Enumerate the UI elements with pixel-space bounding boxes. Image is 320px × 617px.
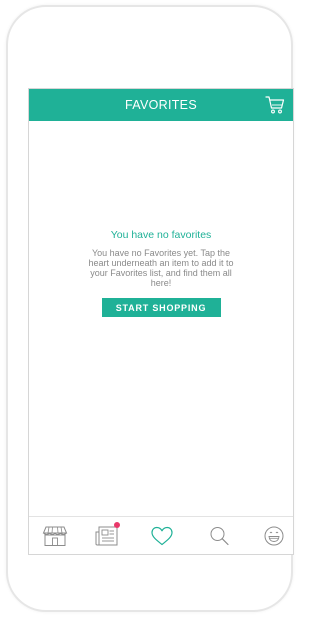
smiley-icon [264, 526, 284, 546]
newspaper-icon [95, 526, 118, 546]
store-icon [42, 526, 68, 546]
empty-state-message: You have no Favorites yet. Tap the heart… [88, 248, 234, 288]
empty-state-title: You have no favorites [110, 229, 212, 241]
device-frame: FAVORITES You have no favorites You have… [6, 5, 294, 612]
tab-profile[interactable] [261, 525, 287, 547]
page-title: FAVORITES [125, 98, 197, 112]
header-bar: FAVORITES [29, 89, 293, 121]
heart-icon [151, 526, 173, 546]
tab-favorites[interactable] [149, 525, 175, 547]
bottom-tab-bar [29, 516, 293, 554]
app-screen: FAVORITES You have no favorites You have… [28, 88, 294, 555]
notification-badge [114, 522, 120, 528]
cart-icon[interactable] [264, 94, 286, 116]
search-icon [210, 527, 229, 546]
tab-store[interactable] [42, 525, 68, 547]
tab-search[interactable] [207, 525, 233, 547]
start-shopping-button[interactable]: START SHOPPING [101, 298, 221, 317]
tab-news[interactable] [94, 522, 120, 547]
empty-state: You have no favorites You have no Favori… [29, 229, 293, 317]
